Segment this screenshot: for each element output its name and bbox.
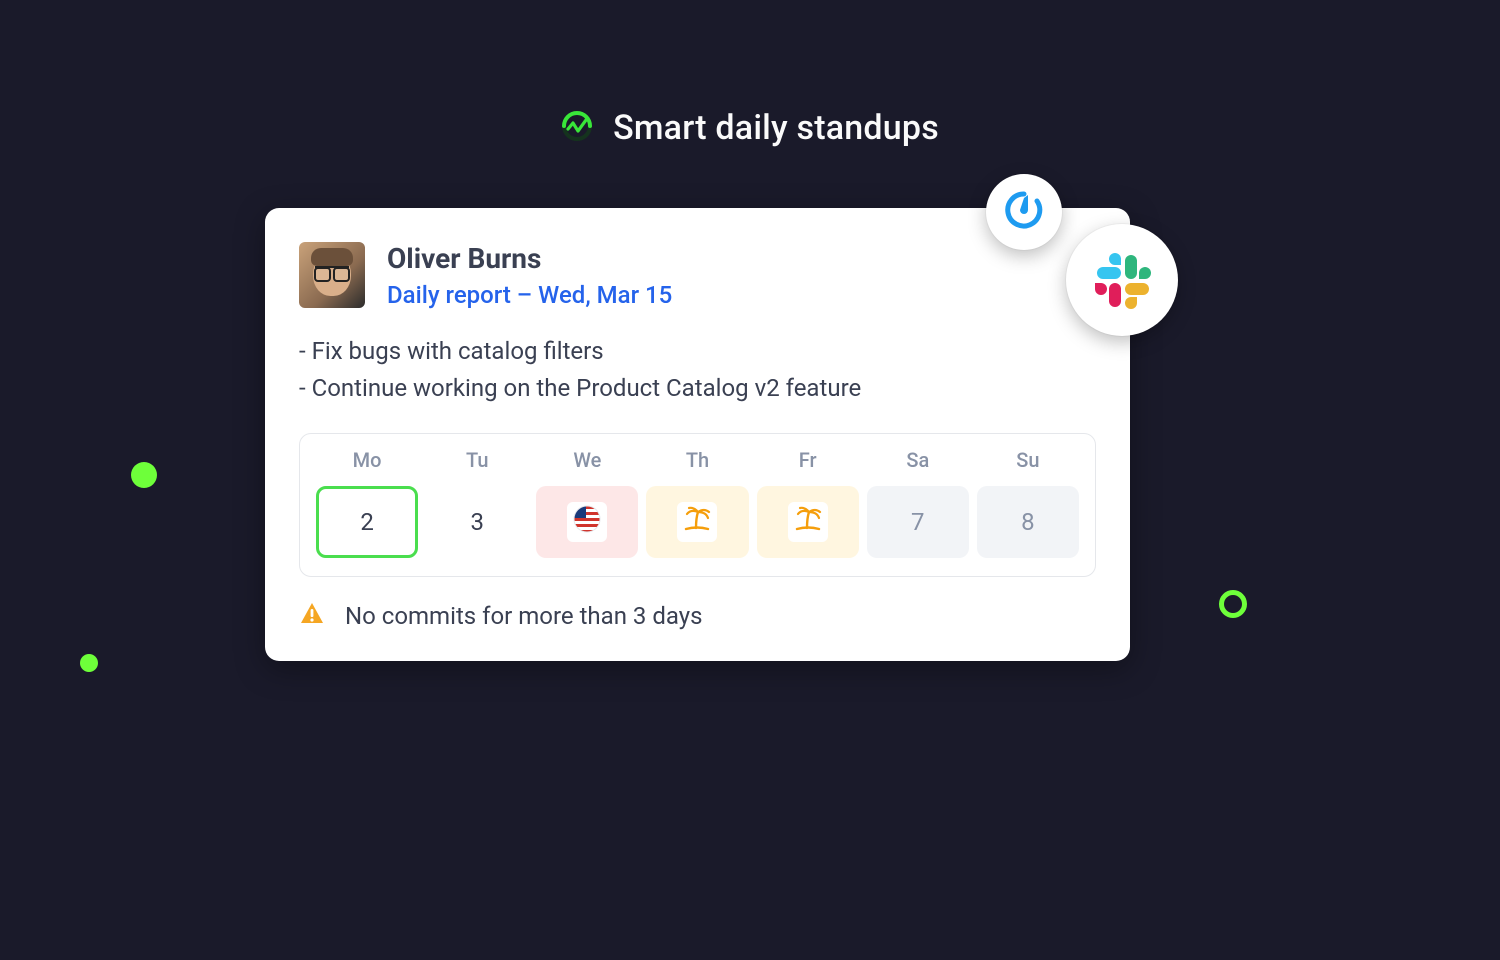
slack-icon — [1093, 251, 1151, 309]
day-label: Tu — [426, 448, 528, 472]
day-label: Sa — [867, 448, 969, 472]
day-label: Th — [646, 448, 748, 472]
alert-text: No commits for more than 3 days — [345, 602, 703, 630]
palm-icon — [793, 504, 823, 540]
user-name: Oliver Burns — [387, 242, 672, 275]
decoration-ring — [1219, 590, 1247, 618]
warning-icon — [299, 601, 325, 631]
page-header: Smart daily standups — [0, 108, 1500, 148]
report-body: - Fix bugs with catalog filters - Contin… — [299, 333, 1096, 407]
report-link[interactable]: Daily report – Wed, Mar 15 — [387, 281, 672, 309]
alert-row: No commits for more than 3 days — [299, 601, 1096, 631]
app-logo-icon — [561, 110, 593, 146]
day-tile-fr[interactable] — [757, 486, 859, 558]
day-label: Su — [977, 448, 1079, 472]
day-tile-tu[interactable]: 3 — [426, 486, 528, 558]
integration-badge-mattermost — [986, 174, 1062, 250]
mattermost-icon — [1004, 190, 1044, 234]
day-tile-th[interactable] — [646, 486, 748, 558]
avatar — [299, 242, 365, 308]
day-label: Fr — [757, 448, 859, 472]
integration-badge-slack — [1066, 224, 1178, 336]
us-flag-icon — [572, 504, 602, 540]
standup-card: Oliver Burns Daily report – Wed, Mar 15 … — [265, 208, 1130, 661]
palm-icon — [682, 504, 712, 540]
decoration-dot — [80, 654, 98, 672]
day-label: Mo — [316, 448, 418, 472]
day-tile-sa[interactable]: 7 — [867, 486, 969, 558]
decoration-dot — [131, 462, 157, 488]
day-tile-su[interactable]: 8 — [977, 486, 1079, 558]
day-label: We — [536, 448, 638, 472]
page-title: Smart daily standups — [613, 108, 939, 148]
day-tile-mo[interactable]: 2 — [316, 486, 418, 558]
day-tile-we[interactable] — [536, 486, 638, 558]
week-calendar: Mo Tu We Th Fr Sa Su 2 3 — [299, 433, 1096, 577]
